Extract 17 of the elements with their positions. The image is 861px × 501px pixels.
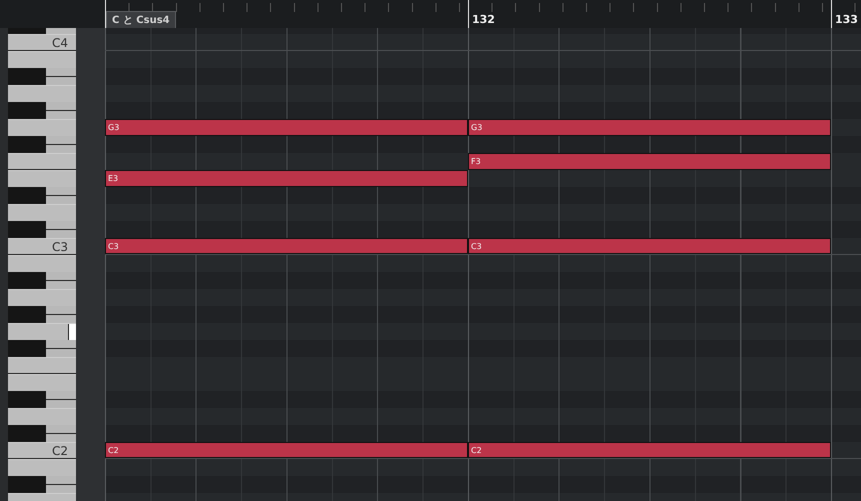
piano-key[interactable] xyxy=(8,153,76,170)
midi-note[interactable]: G3 xyxy=(468,119,831,136)
midi-note[interactable]: C3 xyxy=(105,238,468,254)
midi-note[interactable]: E3 xyxy=(105,170,468,187)
piano-key[interactable] xyxy=(8,357,76,374)
midi-note[interactable]: F3 xyxy=(468,153,831,170)
midi-note[interactable]: C2 xyxy=(105,442,468,458)
midi-note[interactable]: C3 xyxy=(468,238,831,254)
piano-key[interactable]: C3 xyxy=(8,238,76,255)
piano-key[interactable]: C4 xyxy=(8,34,76,51)
midi-note[interactable]: G3 xyxy=(105,119,468,136)
piano-key[interactable]: C2 xyxy=(8,442,76,459)
key-label: C4 xyxy=(52,36,68,50)
midi-note[interactable]: C2 xyxy=(468,442,831,458)
key-label: C3 xyxy=(52,240,68,254)
key-label: C2 xyxy=(52,444,68,458)
chord-label[interactable]: C と Csus4 xyxy=(106,11,176,28)
